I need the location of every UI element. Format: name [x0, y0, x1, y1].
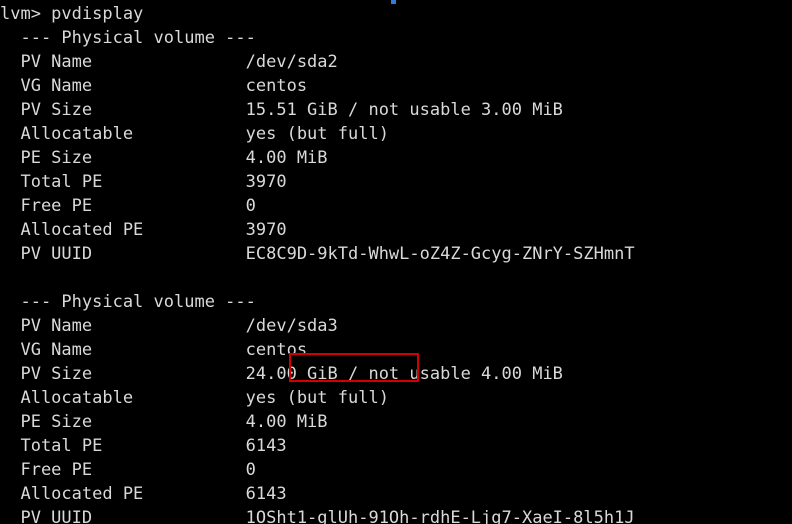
pv-size-row: PV Size 15.51 GiB / not usable 3.00 MiB — [0, 98, 792, 122]
pv-uuid-row: PV UUID EC8C9D-9kTd-WhwL-oZ4Z-Gcyg-ZNrY-… — [0, 242, 792, 266]
allocatable-row: Allocatable yes (but full) — [0, 122, 792, 146]
pe-size-value: 4.00 MiB — [245, 148, 328, 168]
pv-name-label: PV Name — [0, 52, 246, 72]
pv-name-row: PV Name /dev/sda2 — [0, 50, 792, 74]
allocated-pe-value: 3970 — [245, 220, 287, 240]
total-pe-label: Total PE — [0, 172, 246, 192]
vg-name-row-2: VG Name centos — [0, 338, 792, 362]
allocated-pe-label-2: Allocated PE — [0, 484, 246, 504]
physical-volume-header: --- Physical volume --- — [0, 28, 256, 48]
allocated-pe-row-2: Allocated PE 6143 — [0, 482, 792, 506]
total-pe-label-2: Total PE — [0, 436, 246, 456]
pv-name-value: /dev/sda2 — [245, 52, 338, 72]
command-prompt-line: lvm> pvdisplay — [0, 4, 144, 24]
total-pe-row: Total PE 3970 — [0, 170, 792, 194]
pv-uuid-row-2: PV UUID 1OSht1-glUh-91Oh-rdhE-Ljg7-XaeI-… — [0, 506, 792, 524]
pv-size-label-2: PV Size — [0, 364, 246, 384]
pe-size-label-2: PE Size — [0, 412, 246, 432]
free-pe-row-2: Free PE 0 — [0, 458, 792, 482]
allocatable-row-2: Allocatable yes (but full) — [0, 386, 792, 410]
pv-uuid-label-2: PV UUID — [0, 508, 246, 524]
pe-size-label: PE Size — [0, 148, 246, 168]
total-pe-value-2: 6143 — [245, 436, 287, 456]
allocated-pe-row: Allocated PE 3970 — [0, 218, 792, 242]
terminal-window[interactable]: lvm> pvdisplay --- Physical volume --- P… — [0, 0, 792, 524]
pv-size-row-2: PV Size 24.00 GiB / not usable 4.00 MiB — [0, 362, 792, 386]
allocatable-value-2: yes (but full) — [245, 388, 389, 408]
vg-name-label: VG Name — [0, 76, 246, 96]
allocated-pe-label: Allocated PE — [0, 220, 246, 240]
allocatable-label-2: Allocatable — [0, 388, 246, 408]
top-edge-artifact — [391, 0, 396, 4]
free-pe-value: 0 — [245, 196, 256, 216]
free-pe-label-2: Free PE — [0, 460, 246, 480]
pv-uuid-value: EC8C9D-9kTd-WhwL-oZ4Z-Gcyg-ZNrY-SZHmnT — [245, 244, 635, 264]
free-pe-row: Free PE 0 — [0, 194, 792, 218]
total-pe-row-2: Total PE 6143 — [0, 434, 792, 458]
total-pe-value: 3970 — [245, 172, 287, 192]
pv-uuid-value-2: 1OSht1-glUh-91Oh-rdhE-Ljg7-XaeI-8l5h1J — [245, 508, 635, 524]
allocatable-label: Allocatable — [0, 124, 246, 144]
pv-name-row-2: PV Name /dev/sda3 — [0, 314, 792, 338]
allocatable-value: yes (but full) — [245, 124, 389, 144]
pv-size-value: 15.51 GiB / not usable 3.00 MiB — [245, 100, 563, 120]
vg-name-value-2: centos — [245, 340, 308, 360]
pv-uuid-label: PV UUID — [0, 244, 246, 264]
free-pe-label: Free PE — [0, 196, 246, 216]
pv-name-label-2: PV Name — [0, 316, 246, 336]
pe-size-row: PE Size 4.00 MiB — [0, 146, 792, 170]
pv-name-value-2: /dev/sda3 — [245, 316, 338, 336]
pv-size-value-2: 24.00 GiB / not usable 4.00 MiB — [245, 364, 563, 384]
blank-separator-line — [0, 266, 792, 290]
free-pe-value-2: 0 — [245, 460, 256, 480]
vg-name-value: centos — [245, 76, 308, 96]
vg-name-row: VG Name centos — [0, 74, 792, 98]
terminal-screen: lvm> pvdisplay --- Physical volume --- P… — [0, 0, 792, 524]
vg-name-label-2: VG Name — [0, 340, 246, 360]
pe-size-value-2: 4.00 MiB — [245, 412, 328, 432]
physical-volume-header-2: --- Physical volume --- — [0, 292, 256, 312]
pe-size-row-2: PE Size 4.00 MiB — [0, 410, 792, 434]
allocated-pe-value-2: 6143 — [245, 484, 287, 504]
pv-size-label: PV Size — [0, 100, 246, 120]
